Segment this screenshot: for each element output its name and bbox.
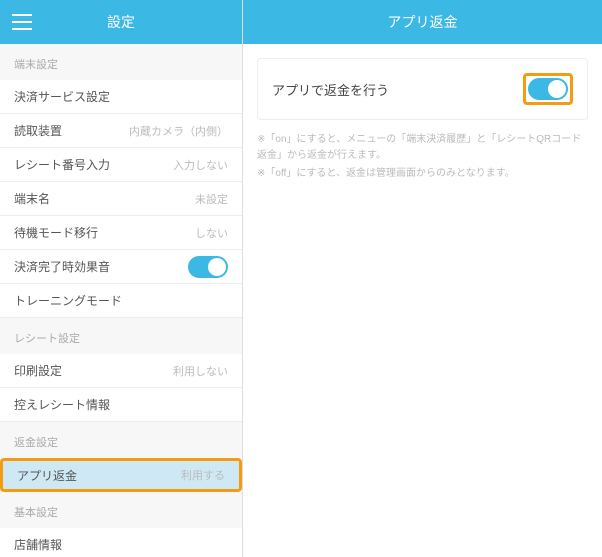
refund-toggle[interactable] — [528, 78, 568, 100]
settings-row[interactable]: 決済完了時効果音 — [0, 250, 242, 284]
row-label: 端末名 — [14, 190, 50, 207]
section-header: 基本設定 — [0, 492, 242, 528]
row-label: 待機モード移行 — [14, 224, 98, 241]
settings-row[interactable]: 印刷設定 利用しない — [0, 354, 242, 388]
section-header: 端末設定 — [0, 44, 242, 80]
row-label: 印刷設定 — [14, 362, 62, 379]
hint-text-2: ※「off」にすると、返金は管理画面からのみとなります。 — [257, 166, 588, 182]
detail-body: アプリで返金を行う ※「on」にすると、メニューの「端末決済履歴」と「レシートQ… — [243, 44, 602, 196]
sidebar-header: 設定 — [0, 0, 242, 44]
row-label: 決済完了時効果音 — [14, 258, 110, 275]
refund-toggle-row: アプリで返金を行う — [257, 58, 588, 120]
row-value: しない — [195, 225, 228, 241]
refund-toggle-label: アプリで返金を行う — [272, 80, 389, 99]
row-label: 店舗情報 — [14, 536, 62, 553]
settings-row[interactable]: アプリ返金 利用する — [0, 458, 242, 492]
sidebar-title: 設定 — [107, 12, 135, 32]
settings-row[interactable]: 決済サービス設定 — [0, 80, 242, 114]
settings-row[interactable]: 店舗情報 — [0, 528, 242, 557]
row-toggle[interactable] — [188, 256, 228, 278]
row-label: 控えレシート情報 — [14, 396, 110, 413]
row-label: トレーニングモード — [14, 292, 122, 309]
detail-title: アプリ返金 — [388, 12, 458, 32]
settings-sidebar: 設定 端末設定決済サービス設定読取装置 内蔵カメラ（内側） レシート番号入力 入力しな… — [0, 0, 243, 557]
settings-list: 端末設定決済サービス設定読取装置 内蔵カメラ（内側） レシート番号入力 入力しない端末… — [0, 44, 242, 557]
settings-row[interactable]: 待機モード移行 しない — [0, 216, 242, 250]
row-value: 利用する — [181, 467, 225, 483]
settings-row[interactable]: 読取装置 内蔵カメラ（内側） — [0, 114, 242, 148]
row-value: 入力しない — [173, 157, 228, 173]
section-header: レシート設定 — [0, 318, 242, 354]
row-value: 利用しない — [173, 363, 228, 379]
settings-row[interactable]: トレーニングモード — [0, 284, 242, 318]
detail-panel: アプリ返金 アプリで返金を行う ※「on」にすると、メニューの「端末決済履歴」と… — [243, 0, 602, 557]
settings-row[interactable]: 控えレシート情報 — [0, 388, 242, 422]
settings-row[interactable]: 端末名 未設定 — [0, 182, 242, 216]
row-label: 決済サービス設定 — [14, 88, 110, 105]
detail-header: アプリ返金 — [243, 0, 602, 44]
hint-text-1: ※「on」にすると、メニューの「端末決済履歴」と「レシートQRコード返金」から返… — [257, 132, 588, 164]
row-label: アプリ返金 — [17, 467, 77, 484]
row-value: 内蔵カメラ（内側） — [129, 123, 228, 139]
settings-row[interactable]: レシート番号入力 入力しない — [0, 148, 242, 182]
row-label: 読取装置 — [14, 122, 62, 139]
row-value: 未設定 — [195, 191, 228, 207]
menu-icon[interactable] — [12, 14, 32, 30]
row-label: レシート番号入力 — [14, 156, 110, 173]
section-header: 返金設定 — [0, 422, 242, 458]
refund-toggle-highlight — [523, 73, 573, 105]
